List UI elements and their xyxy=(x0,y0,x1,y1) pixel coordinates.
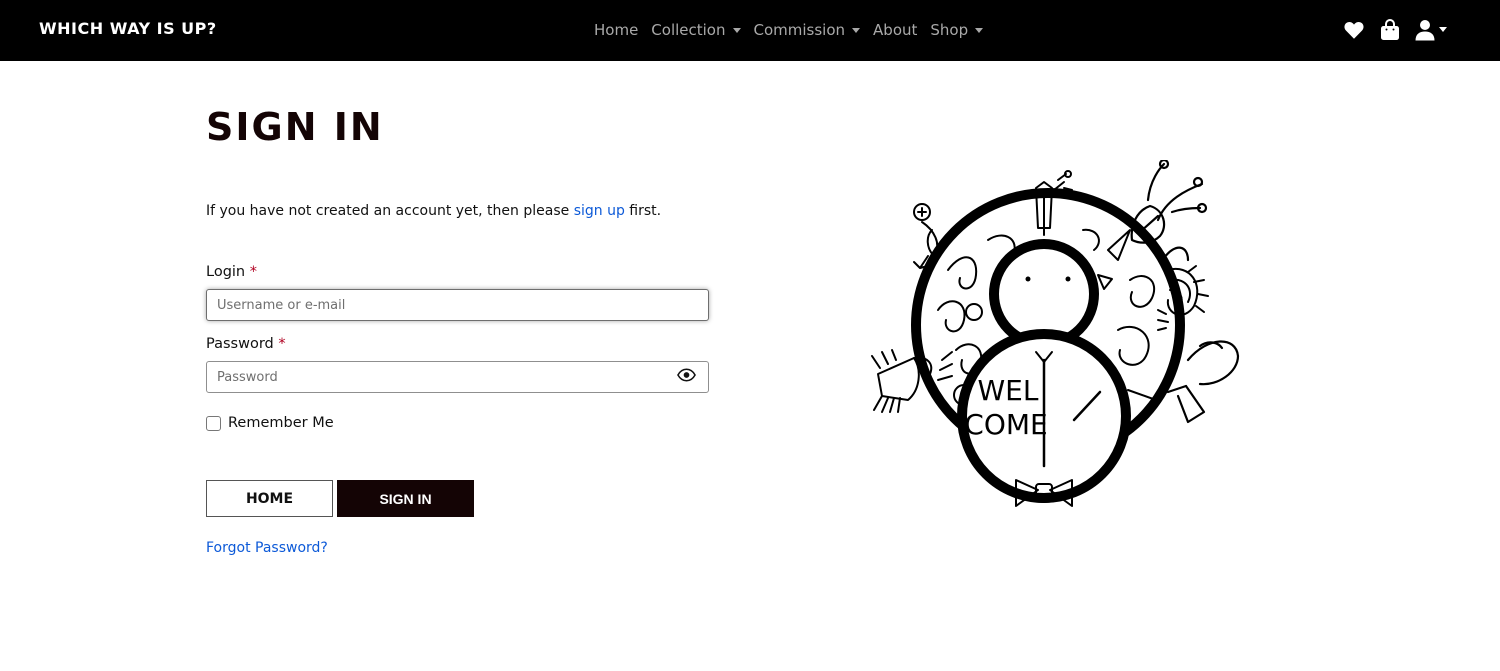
nav-link-home[interactable]: Home xyxy=(594,21,638,39)
password-input[interactable] xyxy=(206,361,709,393)
remember-me[interactable]: Remember Me xyxy=(206,415,334,431)
nav-link-label: About xyxy=(873,21,918,39)
intro-text-end: first. xyxy=(624,203,662,219)
password-label: Password * xyxy=(206,336,286,352)
nav-icons xyxy=(1343,19,1447,41)
home-button[interactable]: HOME xyxy=(206,480,333,517)
login-label-text: Login xyxy=(206,264,246,280)
remember-me-label: Remember Me xyxy=(228,415,334,431)
nav-link-label: Home xyxy=(594,21,639,39)
signup-link[interactable]: sign up xyxy=(574,203,625,219)
nav-links: Home Collection Commission About Shop xyxy=(594,21,996,39)
login-label: Login * xyxy=(206,264,257,280)
sign-in-button[interactable]: SIGN IN xyxy=(337,480,474,517)
nav-link-shop[interactable]: Shop xyxy=(930,21,984,39)
required-marker: * xyxy=(278,336,286,352)
user-icon xyxy=(1415,20,1435,41)
remember-me-checkbox[interactable] xyxy=(206,415,221,431)
nav-link-label: Shop xyxy=(930,21,969,39)
page-title: SIGN IN xyxy=(206,105,384,149)
required-marker: * xyxy=(249,264,257,280)
welcome-illustration: WEL COME xyxy=(871,160,1240,507)
nav-link-collection[interactable]: Collection xyxy=(651,21,741,39)
top-navbar: WHICH WAY IS UP? Home Collection Commiss… xyxy=(0,0,1500,61)
welcome-text-line2: COME xyxy=(964,408,1047,441)
heart-icon[interactable] xyxy=(1343,19,1365,41)
shopping-bag-icon[interactable] xyxy=(1380,19,1400,41)
nav-link-about[interactable]: About xyxy=(873,21,917,39)
user-menu[interactable] xyxy=(1415,19,1447,41)
brand-logo[interactable]: WHICH WAY IS UP? xyxy=(39,19,217,38)
signup-intro: If you have not created an account yet, … xyxy=(206,203,661,219)
caret-down-icon xyxy=(975,27,984,33)
nav-link-label: Collection xyxy=(651,21,726,39)
nav-link-commission[interactable]: Commission xyxy=(754,21,861,39)
password-label-text: Password xyxy=(206,336,274,352)
intro-text: If you have not created an account yet, … xyxy=(206,203,574,219)
forgot-password-link[interactable]: Forgot Password? xyxy=(206,540,328,556)
welcome-text-line1: WEL xyxy=(978,374,1039,407)
login-input[interactable] xyxy=(206,289,709,321)
caret-down-icon xyxy=(1439,27,1447,32)
nav-link-label: Commission xyxy=(753,21,846,39)
caret-down-icon xyxy=(732,27,741,33)
eye-icon[interactable] xyxy=(677,366,696,384)
caret-down-icon xyxy=(852,27,861,33)
